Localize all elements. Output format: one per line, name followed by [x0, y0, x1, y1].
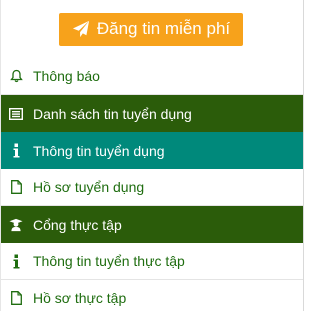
document-icon: [9, 291, 23, 305]
post-free-job-label: Đăng tin miễn phí: [96, 19, 231, 38]
menu-item-job-applications[interactable]: Hồ sơ tuyển dụng: [1, 169, 303, 206]
menu-item-label: Hồ sơ tuyển dụng: [33, 179, 145, 195]
document-icon: [9, 180, 23, 194]
menu-header-job-list[interactable]: Danh sách tin tuyển dụng: [1, 95, 303, 132]
sidebar-panel: Đăng tin miễn phí Thông báo Danh sách ti…: [0, 0, 304, 311]
post-free-job-button[interactable]: Đăng tin miễn phí: [58, 12, 244, 46]
paper-plane-icon: [72, 20, 90, 38]
menu-item-internship-applications[interactable]: Hồ sơ thực tập: [1, 280, 303, 311]
graduate-icon: [9, 218, 23, 232]
menu-item-label: Thông tin tuyển dụng: [33, 142, 165, 159]
list-icon: [9, 107, 23, 120]
menu-item-label: Hồ sơ thực tập: [33, 290, 127, 306]
sidebar-menu: Thông báo Danh sách tin tuyển dụng Thông…: [1, 58, 303, 311]
info-icon: [9, 254, 23, 269]
menu-item-label: Thông tin tuyển thực tập: [33, 253, 185, 269]
post-button-area: Đăng tin miễn phí: [1, 0, 303, 58]
menu-item-notifications[interactable]: Thông báo: [1, 58, 303, 95]
menu-item-job-info[interactable]: Thông tin tuyển dụng: [1, 132, 303, 169]
menu-item-internship-info[interactable]: Thông tin tuyển thực tập: [1, 243, 303, 280]
bell-icon: [9, 69, 23, 83]
menu-header-internship-portal[interactable]: Cổng thực tập: [1, 206, 303, 243]
menu-header-label: Cổng thực tập: [33, 216, 122, 233]
menu-header-label: Danh sách tin tuyển dụng: [33, 105, 192, 122]
info-icon: [9, 143, 23, 158]
menu-item-label: Thông báo: [33, 68, 100, 84]
